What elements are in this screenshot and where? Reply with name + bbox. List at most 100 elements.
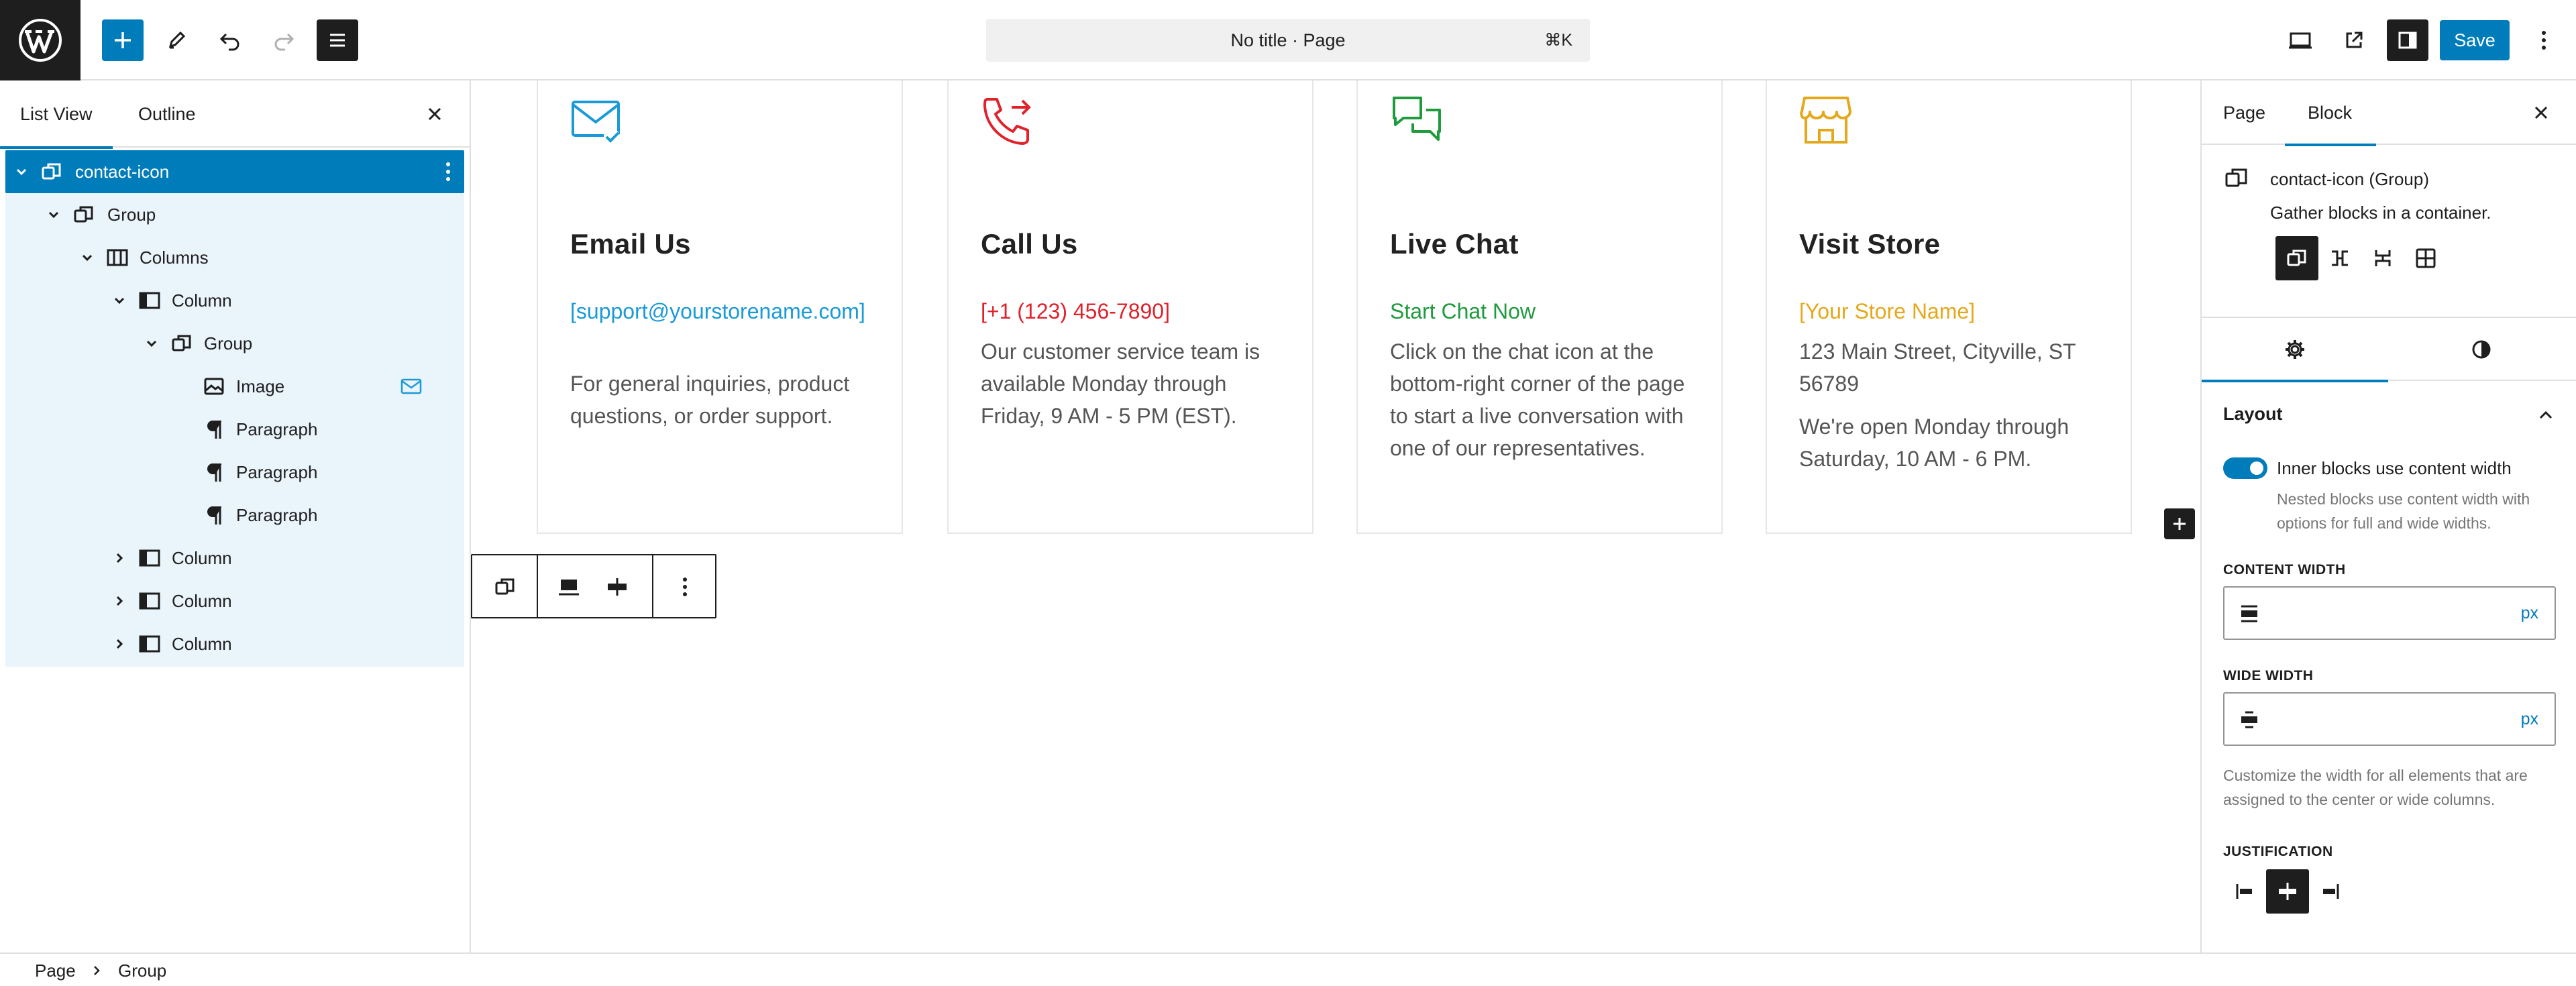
card-heading[interactable]: Live Chat: [1390, 228, 1519, 260]
card-chat-link[interactable]: Start Chat Now: [1390, 295, 1693, 327]
chevron-down-icon[interactable]: [46, 207, 62, 223]
more-vertical-icon: [683, 578, 687, 596]
mail-check-icon[interactable]: [570, 94, 624, 148]
command-shortcut: ⌘K: [1544, 31, 1572, 50]
content-width-unit-select[interactable]: px: [2521, 588, 2538, 639]
inner-blocks-content-width-toggle[interactable]: [2223, 457, 2267, 479]
settings-toggle-button[interactable]: [2387, 19, 2428, 61]
tab-settings[interactable]: [2202, 318, 2388, 382]
tree-item-columns[interactable]: Columns: [5, 236, 464, 279]
editor-header: No title · Page ⌘K Save: [0, 0, 2576, 80]
justify-right-button[interactable]: [2309, 869, 2352, 914]
toggle-help-text: Nested blocks use content width with opt…: [2277, 490, 2530, 532]
tools-button[interactable]: [156, 19, 197, 61]
card-heading[interactable]: Email Us: [570, 228, 691, 260]
more-vertical-icon[interactable]: [444, 161, 452, 182]
chat-bubbles-icon[interactable]: [1390, 94, 1444, 148]
grid-icon: [2416, 248, 2436, 268]
column-icon: [139, 635, 160, 653]
block-type-switcher[interactable]: [472, 555, 538, 617]
wide-width-input[interactable]: [2265, 700, 2493, 738]
desktop-preview-icon: [2289, 32, 2312, 49]
phone-forward-icon[interactable]: [981, 94, 1034, 148]
breadcrumb-item-page[interactable]: Page: [35, 954, 76, 986]
justify-center-button[interactable]: [2266, 869, 2309, 914]
tab-block[interactable]: Block: [2284, 80, 2377, 146]
contact-card-call[interactable]: Call Us [+1 (123) 456-7890] Our customer…: [947, 80, 1313, 534]
tree-item-column[interactable]: Column: [5, 622, 464, 665]
tab-styles[interactable]: [2388, 318, 2575, 381]
chevron-down-icon[interactable]: [79, 250, 95, 266]
card-store-name[interactable]: [Your Store Name]: [1799, 295, 2102, 327]
document-overview-button[interactable]: [317, 19, 358, 61]
card-phone-link[interactable]: [+1 (123) 456-7890]: [981, 295, 1284, 327]
layout-panel-title[interactable]: Layout: [2223, 404, 2283, 425]
breadcrumb-item-group[interactable]: Group: [118, 954, 166, 986]
card-body-text[interactable]: For general inquiries, product questions…: [570, 368, 879, 432]
card-body-text[interactable]: Our customer service team is available M…: [981, 335, 1289, 432]
content-width-input[interactable]: [2265, 594, 2493, 632]
card-hours-text[interactable]: We're open Monday through Saturday, 10 A…: [1799, 410, 2108, 475]
store-icon[interactable]: [1799, 94, 1853, 148]
tree-item-paragraph[interactable]: Paragraph: [5, 451, 464, 494]
card-email-link[interactable]: [support@yourstorename.com]: [570, 295, 873, 327]
tree-item-column[interactable]: Column: [5, 537, 464, 580]
group-icon: [74, 206, 93, 223]
variation-group[interactable]: [2275, 236, 2318, 280]
chevron-up-icon[interactable]: [2536, 405, 2556, 425]
variation-stack[interactable]: [2361, 236, 2404, 280]
contact-card-store[interactable]: Visit Store [Your Store Name] 123 Main S…: [1766, 80, 2132, 534]
chevron-down-icon[interactable]: [144, 335, 160, 351]
tree-item-contact-icon[interactable]: contact-icon: [5, 150, 464, 193]
tab-list-view[interactable]: List View: [0, 80, 113, 149]
justification-label: JUSTIFICATION: [2223, 844, 2333, 859]
variation-grid[interactable]: [2404, 236, 2447, 280]
document-title: No title · Page: [1230, 30, 1346, 50]
chevron-right-icon[interactable]: [111, 550, 127, 566]
wordpress-logo-icon: [19, 19, 62, 62]
tree-item-image[interactable]: Image: [5, 365, 464, 408]
contact-card-email[interactable]: Email Us [support@yourstorename.com] For…: [537, 80, 903, 534]
close-icon[interactable]: [2530, 102, 2552, 123]
card-address-text[interactable]: 123 Main Street, Cityville, ST 56789: [1799, 335, 2108, 400]
chevron-right-icon[interactable]: [111, 636, 127, 652]
redo-button[interactable]: [263, 19, 305, 61]
tab-outline[interactable]: Outline: [138, 80, 196, 148]
undo-button[interactable]: [209, 19, 251, 61]
tree-item-column[interactable]: Column: [5, 279, 464, 322]
chevron-down-icon[interactable]: [111, 292, 127, 309]
card-body-text[interactable]: Click on the chat icon at the bottom-rig…: [1390, 335, 1699, 464]
tab-page[interactable]: Page: [2223, 80, 2265, 145]
settings-tabs: Page Block: [2202, 80, 2576, 146]
block-inspector-tabs: [2202, 318, 2576, 382]
tree-item-group[interactable]: Group: [5, 322, 464, 365]
save-button[interactable]: Save: [2440, 20, 2510, 60]
tree-item-paragraph[interactable]: Paragraph: [5, 494, 464, 537]
chevron-down-icon[interactable]: [13, 164, 30, 180]
block-appender-button[interactable]: [2164, 508, 2195, 539]
tree-item-label: Image: [236, 376, 285, 396]
tree-item-column[interactable]: Column: [5, 580, 464, 622]
options-menu-button[interactable]: [2522, 19, 2565, 61]
more-vertical-icon: [2542, 31, 2546, 50]
justify-left-button[interactable]: [2223, 869, 2266, 914]
plus-icon: [2174, 518, 2186, 530]
editor-canvas[interactable]: Email Us [support@yourstorename.com] For…: [471, 80, 2200, 952]
command-palette-bar[interactable]: No title · Page ⌘K: [986, 19, 1590, 62]
tree-item-paragraph[interactable]: Paragraph: [5, 408, 464, 451]
tree-item-group[interactable]: Group: [5, 193, 464, 236]
align-wide-icon[interactable]: [557, 576, 581, 598]
card-heading[interactable]: Call Us: [981, 228, 1078, 260]
block-inserter-button[interactable]: [102, 19, 144, 61]
wide-width-unit-select[interactable]: px: [2521, 694, 2538, 745]
variation-row[interactable]: [2318, 236, 2361, 280]
close-icon[interactable]: [424, 103, 445, 125]
justify-center-icon[interactable]: [605, 576, 629, 598]
wordpress-logo-button[interactable]: [0, 0, 80, 80]
block-options-button[interactable]: [653, 555, 718, 617]
chevron-right-icon[interactable]: [111, 593, 127, 609]
card-heading[interactable]: Visit Store: [1799, 228, 1940, 260]
view-page-button[interactable]: [2333, 19, 2375, 61]
preview-button[interactable]: [2279, 19, 2321, 61]
contact-card-chat[interactable]: Live Chat Start Chat Now Click on the ch…: [1356, 80, 1723, 534]
